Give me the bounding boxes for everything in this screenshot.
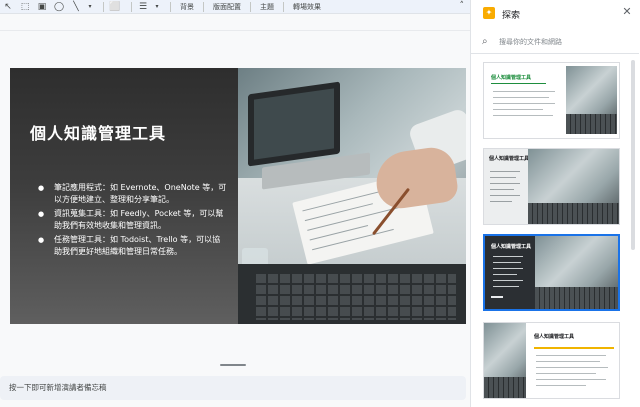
photo-keyboard-rows [256,274,456,320]
background-button[interactable]: 背景 [180,2,194,12]
suggestion-accent-bar [491,296,503,298]
suggestion-title: 個人知識管理工具 [534,334,575,340]
explore-title: 探索 [502,11,521,21]
line-dropdown-icon[interactable]: ▾ [87,1,93,13]
slide-photo[interactable] [238,68,466,324]
select-cursor-icon[interactable]: ↖ [2,1,14,13]
bullet-line [490,195,520,196]
slide-title[interactable]: 個人知識管理工具 [30,120,166,144]
photo-hand [372,144,460,212]
close-icon[interactable]: ✕ [620,5,634,19]
toolbar-divider [283,1,284,12]
suggestion-title: 個人知識管理工具 [489,156,530,162]
canvas-top-strip [0,15,470,31]
bullet-line [493,280,523,281]
bullet-line [536,361,600,362]
title-underline [491,83,546,84]
toolbar: ↖ ⬚ ▣ ◯ ╲ ▾ ⬜ ☰ ▾ 背景 版面配置 主題 轉場效果 ˄ [0,0,470,14]
slide-bullet: 筆記應用程式：如 Evernote、OneNote 等，可以方便地建立、整理和分… [32,182,228,206]
bullet-line [536,367,608,368]
theme-button[interactable]: 主題 [260,2,274,12]
bullet-line [493,115,553,116]
shape-icon[interactable]: ◯ [53,1,65,13]
bullet-line [493,91,555,92]
explore-panel: ✦ 探索 ✕ ⌕ 個人知識管理工具 個人知識管理工具 [470,0,640,407]
bullet-line [536,373,596,374]
slide-bullet: 任務管理工具：如 Todoist、Trello 等，可以協助我們更好地組織和管理… [32,234,228,258]
layout-button[interactable]: 版面配置 [213,2,241,12]
layout-suggestion-1[interactable]: 個人知識管理工具 [483,62,620,139]
slide-canvas: 個人知識管理工具 筆記應用程式：如 Evernote、OneNote 等，可以方… [0,31,470,371]
explore-icon: ✦ [483,7,495,19]
toolbar-divider [170,1,171,12]
bullet-line [490,201,512,202]
bullet-line [493,262,521,263]
layout-suggestion-2[interactable]: 個人知識管理工具 [483,148,620,225]
bullet-line [536,385,586,386]
current-slide[interactable]: 個人知識管理工具 筆記應用程式：如 Evernote、OneNote 等，可以方… [10,68,466,324]
bullet-line [536,379,606,380]
select-frame-icon[interactable]: ⬚ [19,1,31,13]
bullet-line [493,97,549,98]
bullet-line [493,268,523,269]
speaker-notes-placeholder: 按一下即可新增演講者備忘稿 [9,383,107,392]
transition-button[interactable]: 轉場效果 [293,2,321,12]
layout-suggestion-3[interactable]: 個人知識管理工具 [483,234,620,311]
slides-editor: ↖ ⬚ ▣ ◯ ╲ ▾ ⬜ ☰ ▾ 背景 版面配置 主題 轉場效果 ˄ 個人知識… [0,0,640,407]
comment-icon[interactable]: ⬜ [109,1,121,13]
bullet-line [493,109,543,110]
toolbar-divider [203,1,204,12]
bullet-line [490,177,516,178]
list-dropdown-icon[interactable]: ▾ [154,1,160,13]
toolbar-divider [250,1,251,12]
photo-laptop-far [248,81,340,167]
suggestion-image [566,66,617,134]
toolbar-divider [103,1,104,12]
suggestion-image [528,149,619,224]
suggestion-image [535,236,618,309]
suggestion-image [484,323,526,398]
bullet-line [490,171,520,172]
suggestion-title: 個人知識管理工具 [491,244,532,250]
bullet-line [490,189,514,190]
list-icon[interactable]: ☰ [137,1,149,13]
speaker-notes[interactable]: 按一下即可新增演講者備忘稿 [0,376,466,400]
search-icon: ⌕ [482,36,488,47]
bullet-line [493,103,555,104]
suggestion-accent-bar [534,347,614,349]
explore-search: ⌕ [471,30,639,54]
bullet-line [493,256,523,257]
line-icon[interactable]: ╲ [70,1,82,13]
panel-scrollbar[interactable] [631,60,635,250]
bullet-line [493,286,519,287]
collapse-chevron-icon[interactable]: ˄ [460,1,465,11]
slide-bullet-list[interactable]: 筆記應用程式：如 Evernote、OneNote 等，可以方便地建立、整理和分… [32,182,228,260]
notes-resize-handle[interactable] [220,364,246,366]
bullet-line [493,274,517,275]
slide-bullet: 資訊蒐集工具：如 Feedly、Pocket 等，可以幫助我們有效地收集和管理資… [32,208,228,232]
image-icon[interactable]: ▣ [36,1,48,13]
search-input[interactable] [499,34,627,50]
bullet-line [490,183,520,184]
bullet-line [536,355,606,356]
suggestion-title: 個人知識管理工具 [491,75,532,81]
toolbar-divider [131,1,132,12]
layout-suggestion-4[interactable]: 個人知識管理工具 [483,322,620,399]
